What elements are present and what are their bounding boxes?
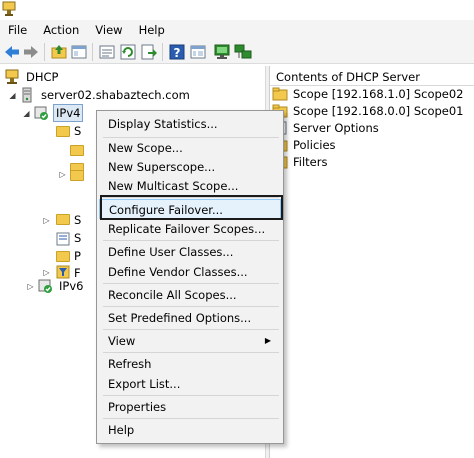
- folder-icon[interactable]: [70, 145, 84, 156]
- properties-icon[interactable]: [98, 43, 116, 61]
- menu-item-reconcile-all-scopes[interactable]: Reconcile All Scopes...: [99, 285, 281, 305]
- menu-view[interactable]: View: [87, 20, 130, 40]
- expand-arrow-icon[interactable]: ▷: [42, 268, 51, 277]
- menu-item-new-scope[interactable]: New Scope...: [99, 138, 281, 158]
- monitor-icon[interactable]: [213, 43, 231, 61]
- view-icon[interactable]: [189, 43, 207, 61]
- toolbar-separator: [92, 43, 93, 61]
- expand-arrow-icon[interactable]: ◢: [8, 91, 17, 100]
- context-menu: Display Statistics... New Scope... New S…: [96, 110, 284, 444]
- tree-node-ipv4[interactable]: ◢ IPv4: [22, 104, 84, 122]
- expand-arrow-icon[interactable]: ▷: [26, 282, 35, 291]
- show-hide-tree-icon[interactable]: [70, 43, 88, 61]
- folder-icon[interactable]: [56, 251, 70, 262]
- menu-item-properties[interactable]: Properties: [99, 397, 281, 417]
- folder-icon[interactable]: [56, 126, 70, 137]
- submenu-arrow-icon: ▶: [264, 336, 271, 345]
- list-item-label: Server Options: [293, 120, 379, 135]
- tree-node-dhcp[interactable]: DHCP: [4, 68, 60, 86]
- menu-separator: [103, 240, 279, 241]
- toolbar-separator: [44, 43, 45, 61]
- tree-label-ipv4: IPv4: [53, 104, 84, 122]
- menu-item-new-multicast-scope[interactable]: New Multicast Scope...: [99, 176, 281, 196]
- menu-item-export-list[interactable]: Export List...: [99, 374, 281, 394]
- menu-separator: [103, 306, 279, 307]
- menu-item-help[interactable]: Help: [99, 420, 281, 440]
- svg-text:?: ?: [174, 46, 181, 60]
- tree-node-server[interactable]: ◢ server02.shabaztech.com: [8, 86, 192, 104]
- list-item-server-options[interactable]: Server Options: [272, 119, 381, 136]
- content-header: Contents of DHCP Server: [270, 68, 474, 86]
- menu-item-new-superscope[interactable]: New Superscope...: [99, 157, 281, 177]
- toolbar-separator: [162, 43, 163, 61]
- dhcp-icon: [5, 69, 19, 84]
- help-icon[interactable]: ?: [168, 43, 186, 61]
- expand-arrow-icon[interactable]: ◢: [22, 109, 31, 118]
- ipv4-icon: [34, 106, 48, 120]
- tree-label-server: server02.shabaztech.com: [41, 88, 190, 102]
- list-item-label: Policies: [293, 137, 336, 152]
- tree-label-partial: S: [74, 231, 82, 245]
- menu-separator: [103, 418, 279, 419]
- tree-label-dhcp: DHCP: [26, 70, 59, 84]
- tree-label-ipv6: IPv6: [59, 279, 84, 293]
- highlight-outline: [100, 195, 283, 220]
- server-icon: [22, 87, 32, 103]
- forward-arrow-icon[interactable]: [22, 43, 40, 61]
- menu-item-replicate-failover-scopes[interactable]: Replicate Failover Scopes...: [99, 219, 281, 239]
- expand-arrow-icon[interactable]: ▷: [42, 216, 51, 225]
- menu-item-display-statistics[interactable]: Display Statistics...: [99, 114, 281, 134]
- menu-item-define-vendor-classes[interactable]: Define Vendor Classes...: [99, 262, 281, 282]
- menu-action[interactable]: Action: [35, 20, 87, 40]
- list-item-label: Scope [192.168.0.0] Scope01: [293, 103, 464, 118]
- list-item-label: Scope [192.168.1.0] Scope02: [293, 86, 464, 101]
- back-arrow-icon[interactable]: [3, 43, 21, 61]
- folder-icon[interactable]: [70, 170, 84, 181]
- menu-bar: File Action View Help: [0, 20, 474, 40]
- list-item-scope02[interactable]: Scope [192.168.1.0] Scope02: [272, 85, 465, 102]
- tree-label-partial: S: [74, 213, 82, 227]
- ipv6-icon: [38, 279, 52, 293]
- menu-item-define-user-classes[interactable]: Define User Classes...: [99, 242, 281, 262]
- expand-arrow-icon[interactable]: ▷: [58, 170, 67, 179]
- list-item-label: Filters: [293, 154, 328, 169]
- menu-file[interactable]: File: [0, 20, 35, 40]
- tree-label-partial: S: [74, 124, 82, 138]
- tree-node-ipv6[interactable]: ▷ IPv6: [26, 277, 85, 295]
- list-item-scope01[interactable]: Scope [192.168.0.0] Scope01: [272, 102, 465, 119]
- menu-separator: [103, 283, 279, 284]
- menu-separator: [103, 329, 279, 330]
- network-icon[interactable]: [234, 43, 252, 61]
- menu-item-view-label: View: [108, 334, 136, 348]
- content-pane: Contents of DHCP Server Scope [192.168.1…: [270, 66, 474, 458]
- toolbar: ?: [0, 40, 474, 64]
- export-icon[interactable]: [140, 43, 158, 61]
- refresh-icon[interactable]: [119, 43, 137, 61]
- tree-label-partial: P: [74, 249, 81, 263]
- menu-item-view[interactable]: View ▶: [99, 331, 281, 351]
- menu-help[interactable]: Help: [131, 20, 173, 40]
- folder-icon: [272, 87, 288, 100]
- menu-item-refresh[interactable]: Refresh: [99, 354, 281, 374]
- folder-icon[interactable]: [56, 214, 70, 225]
- dhcp-app-icon[interactable]: [2, 1, 16, 17]
- menu-item-set-predefined-options[interactable]: Set Predefined Options...: [99, 308, 281, 328]
- up-folder-icon[interactable]: [50, 43, 68, 61]
- options-icon[interactable]: [56, 232, 70, 246]
- menu-separator: [103, 352, 279, 353]
- title-bar: [0, 0, 474, 20]
- menu-separator: [103, 395, 279, 396]
